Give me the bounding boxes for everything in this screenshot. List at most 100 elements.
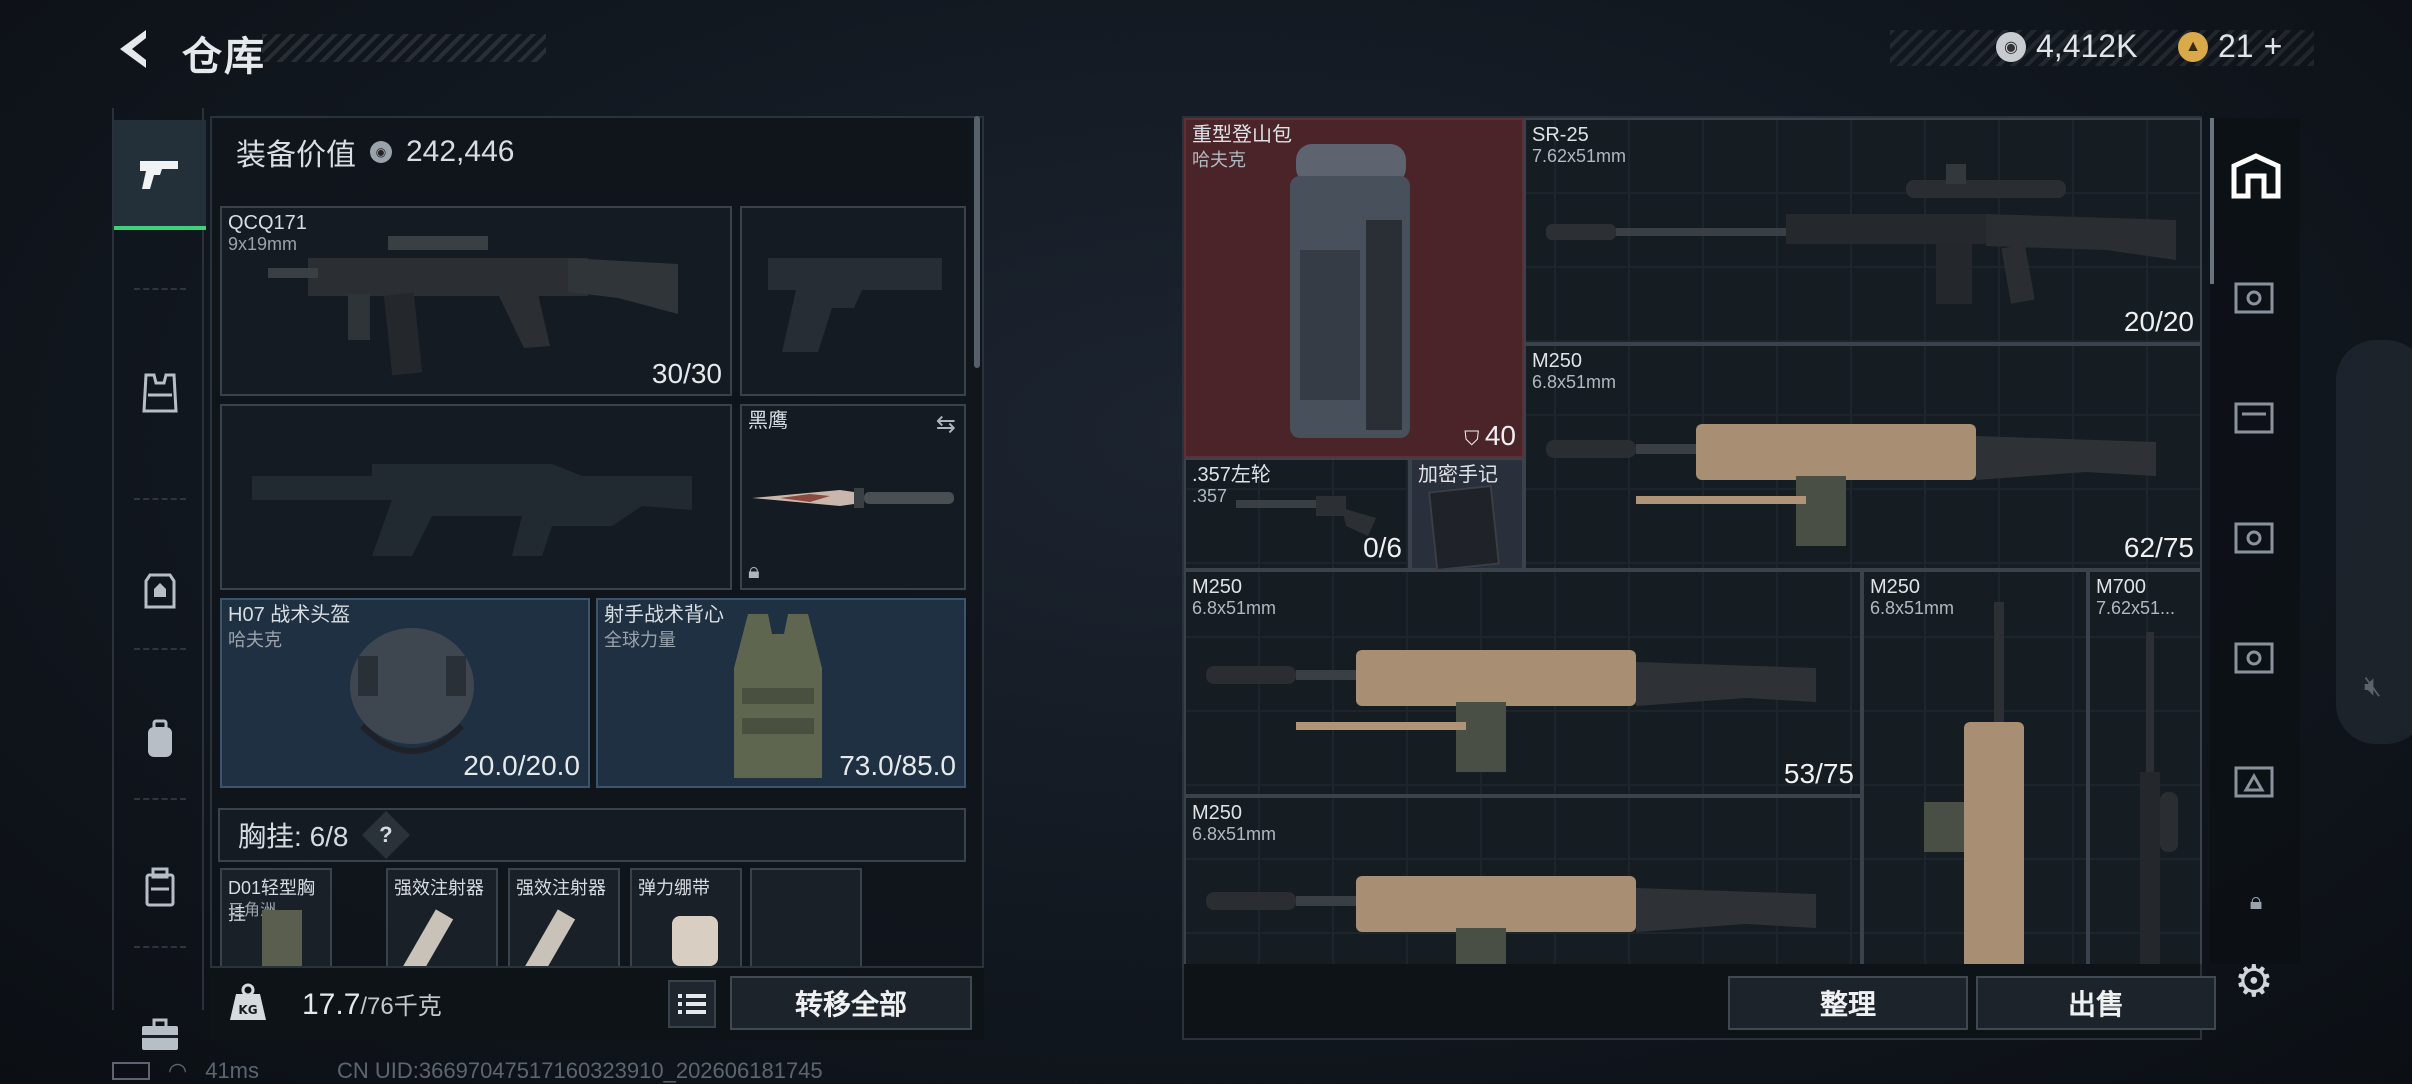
stash-tab-6[interactable] bbox=[2228, 754, 2284, 806]
item-name: M250 bbox=[1870, 576, 1921, 598]
lmg-image bbox=[1546, 424, 2156, 546]
rig-item-name: 弹力绷带 bbox=[638, 878, 710, 898]
item-sub: .357 bbox=[1192, 486, 1228, 506]
header-stripe-decoration bbox=[262, 34, 546, 62]
list-icon bbox=[678, 994, 706, 1014]
rig-empty-slot[interactable] bbox=[750, 868, 862, 980]
stash-box-icon bbox=[2234, 402, 2274, 434]
bandage-image bbox=[672, 916, 718, 966]
stash-tab-2[interactable] bbox=[2228, 270, 2284, 322]
rig-item[interactable]: D01轻型胸挂 三角洲 bbox=[220, 868, 332, 980]
armor-durability: 73.0/85.0 bbox=[839, 750, 956, 781]
backpack-image bbox=[1290, 144, 1410, 438]
rig-item-name: 强效注射器 bbox=[516, 878, 606, 898]
sniper-rifle-image bbox=[1546, 164, 2176, 304]
stash-tab-all[interactable] bbox=[2228, 150, 2284, 202]
mute-icon[interactable]: 🔇︎ bbox=[2364, 670, 2382, 703]
stash-item[interactable]: M250 6.8x51mm 53/75 bbox=[1184, 570, 1862, 796]
helmet-brand: 哈夫克 bbox=[228, 630, 282, 650]
user-uid: CN UID:36697047517160323910_202606181745 bbox=[337, 1058, 823, 1083]
weight-max: /76千克 bbox=[360, 993, 442, 1020]
loadout-scrollbar[interactable] bbox=[974, 116, 980, 368]
category-rail bbox=[112, 108, 206, 1050]
battery-icon bbox=[112, 1062, 150, 1080]
help-icon[interactable]: ? bbox=[361, 810, 410, 860]
helmet-name: H07 战术头盔 bbox=[228, 604, 351, 626]
melee-slot[interactable]: 黑鹰 ⇆ 🔒︎ bbox=[740, 404, 966, 590]
helmet-slot[interactable]: H07 战术头盔 哈夫克 20.0/20.0 bbox=[220, 598, 590, 788]
equipment-value-number: 242,446 bbox=[406, 135, 515, 168]
stash-tab-scrollbar[interactable] bbox=[2210, 118, 2214, 284]
coin-icon: ◉ bbox=[370, 141, 392, 163]
primary-weapon-slot[interactable]: QCQ171 9x19mm 30/30 bbox=[220, 206, 732, 396]
weight-icon: KG bbox=[230, 983, 266, 1020]
secondary-weapon-slot[interactable] bbox=[220, 404, 732, 590]
stash-item[interactable]: .357左轮 .357 0/6 bbox=[1184, 458, 1410, 570]
category-backpack[interactable] bbox=[114, 684, 206, 794]
stash-box-icon bbox=[2234, 522, 2274, 554]
item-name: M700 bbox=[2096, 576, 2147, 598]
money-display[interactable]: ◉ 4,412K bbox=[1996, 28, 2137, 65]
rig-item[interactable]: 强效注射器 bbox=[386, 868, 498, 980]
bolt-rifle-image bbox=[2140, 632, 2178, 964]
ticket-icon: ▲ bbox=[2178, 31, 2208, 62]
item-count: ⛉ 40 bbox=[1464, 420, 1516, 451]
item-name: M250 bbox=[1532, 350, 1583, 372]
stash-item[interactable]: 加密手记 bbox=[1410, 458, 1524, 572]
swap-icon[interactable]: ⇆ bbox=[936, 410, 956, 439]
settings-gear-icon[interactable]: ⚙ bbox=[2234, 956, 2273, 1007]
transfer-all-button[interactable]: 转移全部 bbox=[730, 976, 972, 1030]
weight-display: 17.7/76千克 bbox=[302, 986, 442, 1022]
sell-button[interactable]: 出售 bbox=[1976, 976, 2216, 1030]
item-sub: 7.62x51... bbox=[2096, 598, 2176, 618]
armor-slot[interactable]: 射手战术背心 全球力量 73.0/85.0 bbox=[596, 598, 966, 788]
stash-tab-3[interactable] bbox=[2228, 390, 2284, 442]
category-weapons[interactable] bbox=[114, 120, 206, 230]
stash-tab-5[interactable] bbox=[2228, 630, 2284, 682]
armor-image bbox=[734, 614, 822, 778]
armor-brand: 全球力量 bbox=[604, 630, 676, 650]
list-view-button[interactable] bbox=[668, 980, 716, 1028]
rig-item[interactable]: 弹力绷带 bbox=[630, 868, 742, 980]
page-title: 仓库 bbox=[182, 35, 266, 79]
stash-box-icon bbox=[2234, 282, 2274, 314]
smg-image bbox=[268, 236, 678, 376]
item-name: .357左轮 bbox=[1192, 464, 1271, 486]
sort-button[interactable]: 整理 bbox=[1728, 976, 1968, 1030]
sidearm-slot[interactable] bbox=[740, 206, 966, 396]
stash-item[interactable]: M250 6.8x51mm 62/75 bbox=[1524, 344, 2202, 570]
vest-icon bbox=[142, 373, 178, 413]
category-chest-rig[interactable] bbox=[114, 338, 206, 448]
stash-item[interactable]: M250 6.8x51mm bbox=[1184, 796, 1862, 964]
stash-tab-locked[interactable]: 🔒︎ bbox=[2228, 876, 2284, 928]
backpack-icon bbox=[148, 719, 172, 757]
weight-current: 17.7 bbox=[302, 988, 361, 1021]
ticket-plus[interactable]: + bbox=[2264, 28, 2283, 65]
weapon-ammo-count: 30/30 bbox=[651, 358, 722, 389]
stash-grid: 重型登山包 哈夫克 ⛉ 40 SR-25 7.62x51mm 20/20 M25… bbox=[1184, 118, 2202, 964]
rig-item-name: 强效注射器 bbox=[394, 878, 484, 898]
stash-tab-4[interactable] bbox=[2228, 510, 2284, 562]
stash-item[interactable]: 重型登山包 哈夫克 ⛉ 40 bbox=[1184, 118, 1524, 458]
category-armor[interactable] bbox=[114, 536, 206, 646]
back-arrow-icon[interactable] bbox=[112, 26, 158, 72]
lmg-image bbox=[1206, 650, 1816, 772]
floating-side-panel[interactable]: 🔇︎ bbox=[2336, 340, 2412, 744]
helmet-image bbox=[350, 628, 474, 754]
stash-item[interactable]: SR-25 7.62x51mm 20/20 bbox=[1524, 118, 2202, 344]
item-count: 0/6 bbox=[1363, 532, 1402, 563]
stash-item[interactable]: M250 6.8x51mm bbox=[1862, 570, 2088, 964]
lmg-image bbox=[1206, 876, 1816, 964]
chest-rig-label: 胸挂: 6/8 bbox=[238, 821, 349, 852]
ticket-display[interactable]: ▲ 21 + bbox=[2178, 28, 2282, 65]
item-name: M250 bbox=[1192, 576, 1243, 598]
toolbox-icon bbox=[142, 1018, 178, 1050]
lock-icon: 🔒︎ bbox=[748, 558, 760, 583]
item-sub: 哈夫克 bbox=[1192, 150, 1246, 170]
stash-item[interactable]: M700 7.62x51... bbox=[2088, 570, 2202, 964]
money-value: 4,412K bbox=[2036, 28, 2138, 64]
lock-icon: 🔒︎ bbox=[2249, 888, 2263, 915]
category-case[interactable] bbox=[114, 832, 206, 942]
case-icon bbox=[145, 867, 175, 907]
rig-item[interactable]: 强效注射器 bbox=[508, 868, 620, 980]
